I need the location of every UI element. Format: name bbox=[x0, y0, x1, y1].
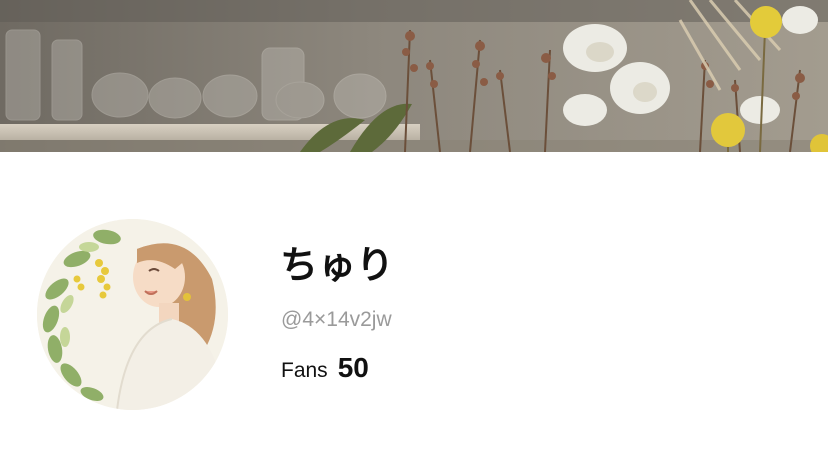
user-handle: @4×14v2jw bbox=[281, 308, 392, 331]
fans-stat[interactable]: Fans 50 bbox=[281, 352, 369, 384]
fans-label: Fans bbox=[281, 359, 328, 382]
avatar[interactable] bbox=[37, 219, 228, 410]
display-name: ちゅり bbox=[280, 243, 395, 287]
fans-count: 50 bbox=[337, 352, 369, 383]
cover-photo bbox=[0, 0, 828, 152]
